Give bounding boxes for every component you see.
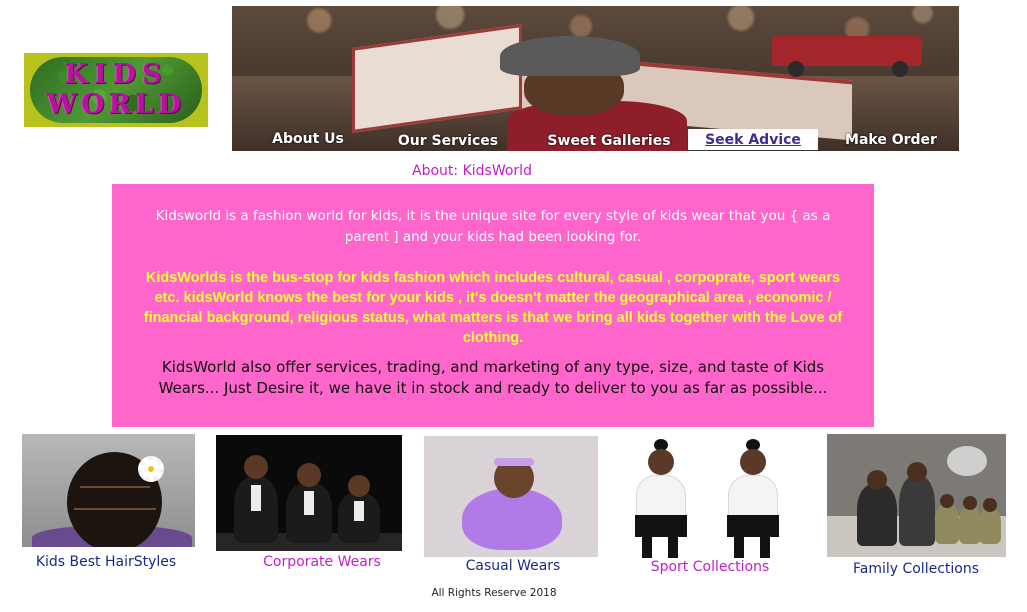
photo-person	[935, 504, 959, 544]
kidsworld-logo[interactable]: KIDS WORLD	[24, 53, 208, 127]
photo-person-head	[940, 494, 954, 508]
photo-headband	[494, 458, 534, 466]
photo-person-head	[867, 470, 887, 490]
nav-make-order[interactable]: Make Order	[836, 129, 946, 151]
hair-part	[74, 508, 156, 510]
page-title: About: KidsWorld	[412, 163, 532, 179]
caption-sport-collections[interactable]: Sport Collections	[640, 558, 780, 576]
photo-person	[857, 484, 897, 546]
caption-casual-wears[interactable]: Casual Wears	[450, 557, 576, 575]
photo-person	[899, 476, 935, 546]
caption-family-collections[interactable]: Family Collections	[840, 560, 992, 578]
about-services-paragraph: KidsWorld also offer services, trading, …	[158, 358, 828, 397]
nav-sweet-galleries[interactable]: Sweet Galleries	[540, 130, 678, 152]
photo-boy-head	[348, 475, 370, 497]
caption-hairstyles[interactable]: Kids Best HairStyles	[22, 553, 190, 571]
hair-part	[80, 486, 150, 488]
sport-collections-photo[interactable]	[620, 435, 802, 558]
photo-boy-head	[244, 455, 268, 479]
nav-our-services[interactable]: Our Services	[388, 130, 508, 152]
photo-kid-head	[648, 449, 674, 475]
hairstyles-photo[interactable]	[22, 434, 195, 547]
photo-boy-head	[297, 463, 321, 487]
corporate-wears-photo[interactable]	[216, 435, 402, 551]
nav-seek-advice[interactable]: Seek Advice	[688, 129, 818, 150]
photo-kid-leg	[734, 531, 744, 558]
about-mission-paragraph: KidsWorlds is the bus-stop for kids fash…	[143, 270, 843, 346]
banner-truck-wheel	[892, 61, 908, 77]
photo-kid-head	[740, 449, 766, 475]
photo-kid-leg	[760, 531, 770, 558]
about-content-box: Kidsworld is a fashion world for kids, i…	[112, 184, 874, 427]
photo-shirt	[251, 485, 261, 511]
nav-about-us[interactable]: About Us	[262, 128, 354, 150]
footer-copyright: All Rights Reserve 2018	[431, 587, 557, 599]
photo-person-head	[907, 462, 927, 482]
photo-window	[947, 446, 987, 476]
logo-text-kids: KIDS	[64, 59, 168, 90]
photo-person	[979, 508, 1001, 544]
banner-truck-wheel	[788, 61, 804, 77]
photo-shirt	[304, 491, 314, 515]
photo-person-head	[963, 496, 977, 510]
photo-kid-leg	[642, 531, 652, 558]
photo-shirt	[354, 501, 364, 521]
logo-text-world: WORLD	[46, 89, 186, 120]
photo-kid-leg	[668, 531, 678, 558]
about-intro-paragraph: Kidsworld is a fashion world for kids, i…	[155, 208, 831, 245]
photo-person-head	[983, 498, 997, 512]
casual-wears-photo[interactable]	[424, 436, 598, 557]
banner-child-hat	[500, 36, 640, 76]
photo-person	[959, 506, 981, 544]
family-collections-photo[interactable]	[827, 434, 1006, 557]
flower-icon	[138, 456, 164, 482]
caption-corporate-wears[interactable]: Corporate Wears	[248, 553, 396, 571]
